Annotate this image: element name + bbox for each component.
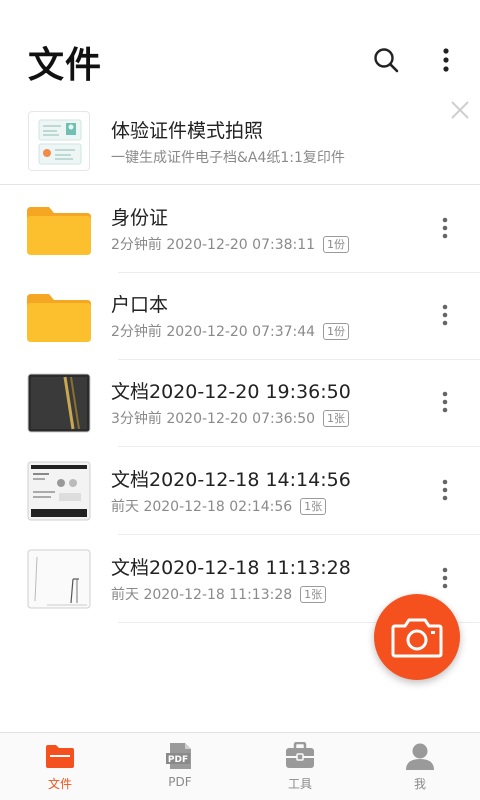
page-count-badge: 1张 — [323, 409, 350, 427]
photo-thumbnail-icon — [27, 373, 91, 433]
file-timestamp: 2分钟前 2020-12-20 07:38:11 — [111, 237, 316, 253]
file-meta: 2分钟前 2020-12-20 07:38:11 1份 — [111, 234, 350, 254]
file-meta: 前天 2020-12-18 11:13:28 1张 — [111, 584, 327, 604]
document-thumbnail — [27, 549, 91, 609]
file-row[interactable]: 户口本 2分钟前 2020-12-20 07:37:44 1份 — [0, 272, 480, 360]
file-more-button[interactable] — [430, 211, 460, 245]
file-more-button[interactable] — [430, 385, 460, 419]
page-count-badge: 1份 — [323, 322, 350, 340]
page-title: 文件 — [28, 45, 103, 86]
file-title: 文档2020-12-20 19:36:50 — [111, 381, 351, 403]
page-count-badge: 1张 — [300, 585, 327, 603]
svg-text:PDF: PDF — [168, 755, 188, 765]
toolbox-icon — [285, 741, 315, 771]
folder-thumbnail — [27, 286, 91, 346]
bottom-nav: 文件 PDF PDF 工具 我 — [0, 732, 480, 800]
file-row[interactable]: 文档2020-12-18 14:14:56 前天 2020-12-18 02:1… — [0, 447, 480, 535]
file-more-button[interactable] — [430, 561, 460, 595]
nav-label-me: 我 — [413, 777, 426, 791]
id-mode-promo[interactable]: 体验证件模式拍照 一键生成证件电子档&A4纸1:1复印件 — [0, 100, 480, 184]
id-card-icon — [38, 119, 82, 165]
file-meta: 3分钟前 2020-12-20 07:36:50 1张 — [111, 408, 350, 428]
file-timestamp: 前天 2020-12-18 11:13:28 — [111, 587, 293, 603]
nav-tab-tools[interactable]: 工具 — [240, 733, 360, 800]
nav-tab-pdf[interactable]: PDF PDF — [120, 733, 240, 800]
more-vertical-icon — [442, 479, 448, 501]
page-count-badge: 1张 — [300, 497, 327, 515]
document-thumbnail — [27, 373, 91, 433]
file-row[interactable]: 身份证 2分钟前 2020-12-20 07:38:11 1份 — [0, 185, 480, 273]
file-title: 文档2020-12-18 11:13:28 — [111, 557, 351, 579]
more-vertical-icon — [442, 217, 448, 239]
folder-icon — [45, 741, 75, 771]
file-title: 文档2020-12-18 14:14:56 — [111, 469, 351, 491]
search-icon — [374, 48, 399, 73]
file-timestamp: 3分钟前 2020-12-20 07:36:50 — [111, 411, 316, 427]
camera-icon — [391, 618, 443, 658]
folder-icon — [27, 207, 91, 255]
file-meta: 前天 2020-12-18 02:14:56 1张 — [111, 496, 327, 516]
folder-thumbnail — [27, 199, 91, 259]
document-thumbnail — [27, 461, 91, 521]
folder-icon — [27, 294, 91, 342]
close-icon — [451, 101, 469, 119]
file-timestamp: 2分钟前 2020-12-20 07:37:44 — [111, 324, 316, 340]
close-promo-button[interactable] — [448, 98, 472, 122]
app-header: 文件 — [0, 0, 480, 100]
more-vertical-icon — [443, 48, 449, 72]
promo-subtitle: 一键生成证件电子档&A4纸1:1复印件 — [111, 150, 345, 166]
file-more-button[interactable] — [430, 473, 460, 507]
photo-thumbnail-icon — [27, 461, 91, 521]
page-count-badge: 1份 — [323, 235, 350, 253]
nav-label-tools: 工具 — [287, 777, 312, 791]
file-title: 户口本 — [111, 294, 169, 316]
file-more-button[interactable] — [430, 298, 460, 332]
file-row[interactable]: 文档2020-12-20 19:36:50 3分钟前 2020-12-20 07… — [0, 359, 480, 447]
more-vertical-icon — [442, 304, 448, 326]
camera-capture-button[interactable] — [374, 594, 460, 680]
pdf-icon: PDF — [165, 741, 195, 771]
more-vertical-icon — [442, 391, 448, 413]
more-vertical-icon — [442, 567, 448, 589]
promo-title: 体验证件模式拍照 — [111, 120, 264, 142]
overflow-menu-button[interactable] — [426, 40, 466, 80]
search-button[interactable] — [366, 40, 406, 80]
nav-tab-me[interactable]: 我 — [360, 733, 480, 800]
id-card-thumbnail — [28, 111, 90, 171]
file-title: 身份证 — [111, 207, 169, 229]
person-icon — [405, 741, 435, 771]
file-timestamp: 前天 2020-12-18 02:14:56 — [111, 499, 293, 515]
nav-tab-files[interactable]: 文件 — [0, 733, 120, 800]
nav-label-files: 文件 — [47, 777, 72, 791]
nav-label-pdf: PDF — [168, 775, 192, 789]
file-meta: 2分钟前 2020-12-20 07:37:44 1份 — [111, 321, 350, 341]
photo-thumbnail-icon — [27, 549, 91, 609]
